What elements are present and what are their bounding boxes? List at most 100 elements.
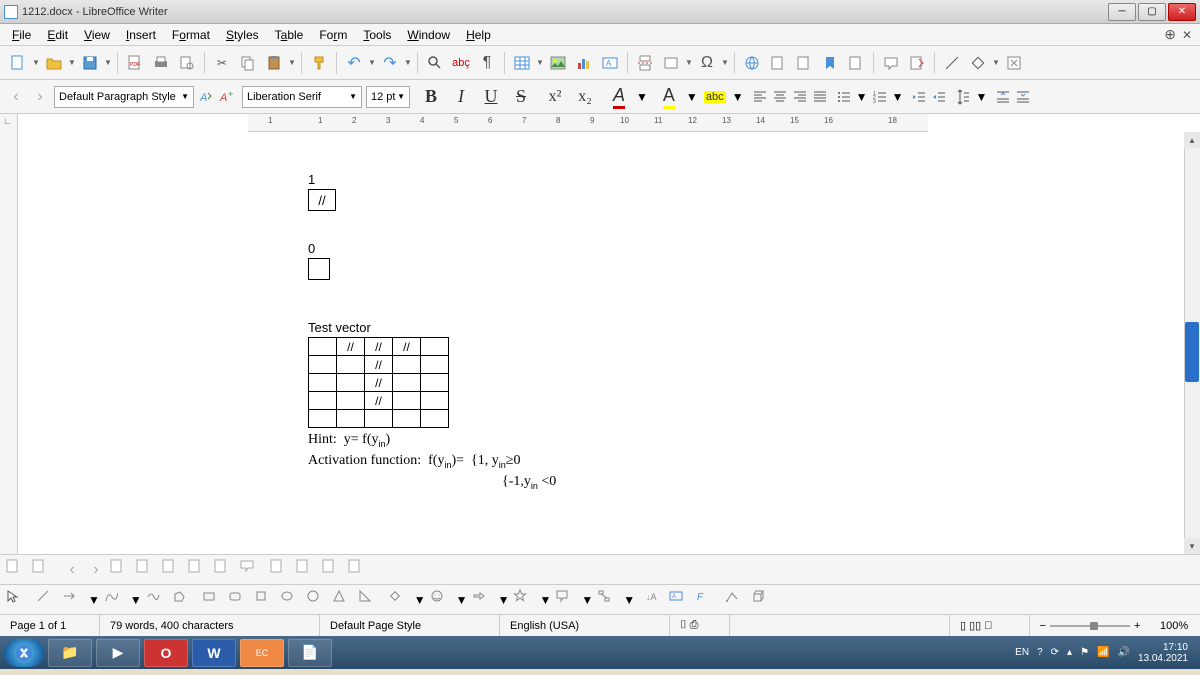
- highlight-button[interactable]: abc: [702, 84, 728, 110]
- menu-help[interactable]: Help: [458, 26, 499, 44]
- redo-button[interactable]: ↷: [378, 51, 402, 75]
- spellcheck-button[interactable]: abç: [449, 51, 473, 75]
- rect-tool-button[interactable]: [202, 589, 224, 611]
- tc-manage-button[interactable]: [214, 559, 236, 581]
- symbol-dropdown[interactable]: ▼: [721, 58, 729, 67]
- superscript-button[interactable]: x²: [542, 84, 568, 110]
- tray-sync-icon[interactable]: ⟳: [1051, 647, 1059, 658]
- endnote-button[interactable]: [792, 51, 816, 75]
- vertical-scrollbar[interactable]: ▴ ▾: [1184, 132, 1200, 554]
- nav-forward-button[interactable]: ›: [30, 87, 50, 107]
- menu-tools[interactable]: Tools: [355, 26, 399, 44]
- zoom-slider[interactable]: −+: [1030, 620, 1150, 632]
- subscript-button[interactable]: x₂: [572, 84, 598, 110]
- tc-show-button[interactable]: [6, 559, 28, 581]
- close-doc-icon[interactable]: ✕: [1182, 28, 1192, 42]
- tc-list-button[interactable]: [348, 559, 370, 581]
- new-dropdown[interactable]: ▼: [32, 58, 40, 67]
- task-word[interactable]: W: [192, 639, 236, 667]
- font-size-select[interactable]: 12 pt ▼: [366, 86, 410, 108]
- freeform-tool-button[interactable]: [146, 589, 168, 611]
- task-ec[interactable]: EC: [240, 639, 284, 667]
- tray-chevron-icon[interactable]: ▴: [1067, 647, 1072, 658]
- menu-form[interactable]: Form: [311, 26, 355, 44]
- copy-button[interactable]: [236, 51, 260, 75]
- crossref-button[interactable]: [844, 51, 868, 75]
- export-pdf-button[interactable]: PDF: [123, 51, 147, 75]
- paste-dropdown[interactable]: ▼: [288, 58, 296, 67]
- scroll-down-icon[interactable]: ▾: [1184, 538, 1200, 554]
- new-style-button[interactable]: A+: [218, 89, 234, 105]
- status-page-style[interactable]: Default Page Style: [320, 615, 500, 636]
- shapes-dropdown[interactable]: ▼: [992, 58, 1000, 67]
- menu-file[interactable]: File: [4, 26, 39, 44]
- task-explorer[interactable]: 📁: [48, 639, 92, 667]
- font-color-dropdown[interactable]: ▼: [636, 90, 648, 104]
- track-changes-button[interactable]: [905, 51, 929, 75]
- number-dropdown[interactable]: ▼: [892, 90, 904, 104]
- italic-button[interactable]: I: [448, 84, 474, 110]
- line-button[interactable]: [940, 51, 964, 75]
- status-language[interactable]: English (USA): [500, 615, 670, 636]
- smiley-tool-button[interactable]: [430, 589, 452, 611]
- hyperlink-button[interactable]: [740, 51, 764, 75]
- feedback-icon[interactable]: ⊕: [1164, 26, 1176, 43]
- draw-functions-button[interactable]: [1002, 51, 1026, 75]
- scroll-thumb[interactable]: [1185, 322, 1199, 382]
- para-spacing-inc-button[interactable]: [995, 89, 1011, 105]
- bullet-list-button[interactable]: [836, 89, 852, 105]
- tc-reject-button[interactable]: [136, 559, 158, 581]
- menu-window[interactable]: Window: [399, 26, 458, 44]
- font-name-select[interactable]: Liberation Serif ▼: [242, 86, 362, 108]
- char-highlight-dropdown[interactable]: ▼: [686, 90, 698, 104]
- tray-clock[interactable]: 17:10 13.04.2021: [1138, 642, 1188, 664]
- formatting-marks-button[interactable]: ¶: [475, 51, 499, 75]
- tc-compare-button[interactable]: [270, 559, 292, 581]
- save-button[interactable]: [78, 51, 102, 75]
- flowchart-dropdown[interactable]: ▼: [623, 593, 635, 607]
- highlight-dropdown[interactable]: ▼: [732, 90, 744, 104]
- line-tool-button[interactable]: [36, 589, 58, 611]
- circle-tool-button[interactable]: [306, 589, 328, 611]
- underline-button[interactable]: U: [478, 84, 504, 110]
- chart-button[interactable]: [572, 51, 596, 75]
- tc-record-button[interactable]: [32, 559, 54, 581]
- font-color-button[interactable]: A: [606, 84, 632, 110]
- menu-insert[interactable]: Insert: [118, 26, 164, 44]
- document-area[interactable]: 11234567891011121314151618 1 // 0 Test v…: [18, 114, 1200, 554]
- basic-shapes-button[interactable]: [966, 51, 990, 75]
- arrow-dropdown[interactable]: ▼: [88, 593, 100, 607]
- number-list-button[interactable]: 123: [872, 89, 888, 105]
- align-justify-button[interactable]: [812, 89, 828, 105]
- tray-volume-icon[interactable]: 🔊: [1117, 647, 1129, 658]
- callout-dropdown[interactable]: ▼: [581, 593, 593, 607]
- square-tool-button[interactable]: [254, 589, 276, 611]
- tc-next-button[interactable]: ›: [86, 560, 106, 580]
- table-dropdown[interactable]: ▼: [536, 58, 544, 67]
- triangle-tool-button[interactable]: [332, 589, 354, 611]
- star-tool-button[interactable]: [513, 589, 535, 611]
- tc-merge-button[interactable]: [296, 559, 318, 581]
- paste-button[interactable]: [262, 51, 286, 75]
- curve-dropdown[interactable]: ▼: [130, 593, 142, 607]
- page-break-button[interactable]: [633, 51, 657, 75]
- indent-inc-button[interactable]: [911, 89, 927, 105]
- flowchart-tool-button[interactable]: [597, 589, 619, 611]
- redo-dropdown[interactable]: ▼: [404, 58, 412, 67]
- menu-styles[interactable]: Styles: [218, 26, 267, 44]
- task-media[interactable]: ▶: [96, 639, 140, 667]
- block-arrow-dropdown[interactable]: ▼: [498, 593, 510, 607]
- new-button[interactable]: [6, 51, 30, 75]
- status-page[interactable]: Page 1 of 1: [0, 615, 100, 636]
- minimize-button[interactable]: ─: [1108, 3, 1136, 21]
- curve-tool-button[interactable]: [104, 589, 126, 611]
- nav-back-button[interactable]: ‹: [6, 87, 26, 107]
- tc-prev-button[interactable]: ‹: [62, 560, 82, 580]
- task-opera[interactable]: O: [144, 639, 188, 667]
- print-button[interactable]: [149, 51, 173, 75]
- block-arrow-tool-button[interactable]: [472, 589, 494, 611]
- open-dropdown[interactable]: ▼: [68, 58, 76, 67]
- menu-format[interactable]: Format: [164, 26, 218, 44]
- status-words[interactable]: 79 words, 400 characters: [100, 615, 320, 636]
- rect-round-tool-button[interactable]: [228, 589, 250, 611]
